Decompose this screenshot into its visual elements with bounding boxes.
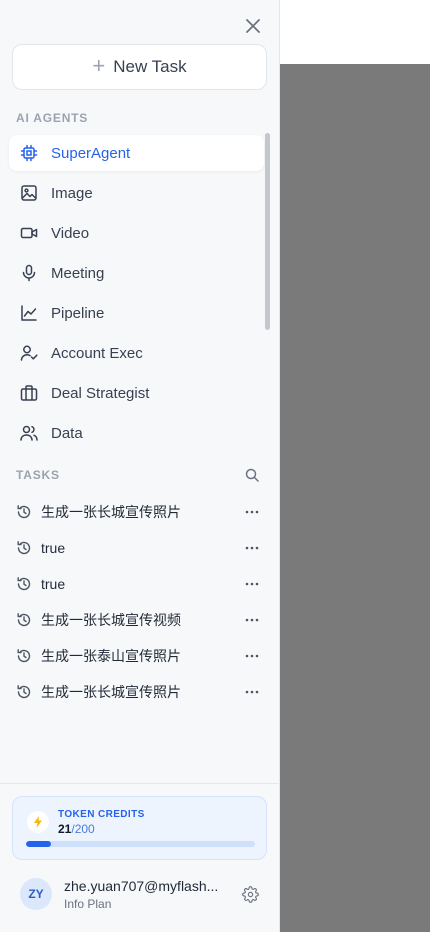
credits-used: 21: [58, 822, 72, 836]
line-chart-icon: [21, 305, 37, 321]
agent-label: Data: [51, 424, 83, 442]
agent-label: Pipeline: [51, 304, 105, 322]
token-credits-label: TOKEN CREDITS: [58, 809, 145, 820]
new-task-button[interactable]: + New Task: [12, 44, 267, 90]
task-label: 生成一张泰山宣传照片: [41, 648, 181, 664]
history-icon: [17, 505, 31, 519]
task-item[interactable]: 生成一张泰山宣传照片: [16, 642, 266, 670]
lightning-icon: [27, 811, 49, 833]
token-credits-count: 21/200: [58, 822, 95, 836]
agent-item-pipeline[interactable]: Pipeline: [9, 295, 264, 331]
new-task-label: New Task: [113, 57, 187, 76]
credits-progress-fill: [26, 841, 52, 847]
agent-item-superagent[interactable]: SuperAgent: [9, 135, 264, 171]
agent-item-image[interactable]: Image: [9, 175, 264, 211]
agent-item-account-exec[interactable]: Account Exec: [9, 335, 264, 371]
history-icon: [17, 613, 31, 627]
agent-label: Meeting: [51, 264, 105, 282]
task-label: 生成一张长城宣传照片: [41, 504, 181, 520]
task-item[interactable]: 生成一张长城宣传照片: [16, 678, 266, 706]
agent-item-data[interactable]: Data: [9, 415, 264, 451]
user-check-icon: [20, 345, 38, 361]
microphone-icon: [22, 264, 36, 282]
task-label: 生成一张长城宣传照片: [41, 684, 181, 700]
agent-label: SuperAgent: [51, 144, 131, 162]
more-icon[interactable]: [244, 684, 260, 700]
plus-icon: +: [92, 53, 106, 78]
history-icon: [17, 541, 31, 555]
task-item[interactable]: true: [16, 570, 266, 598]
task-item[interactable]: true: [16, 534, 266, 562]
history-icon: [17, 577, 31, 591]
task-item[interactable]: 生成一张长城宣传视频: [16, 606, 266, 634]
task-label: 生成一张长城宣传视频: [41, 612, 181, 628]
close-icon: [246, 19, 260, 33]
history-icon: [17, 685, 31, 699]
user-email: zhe.yuan707@myflash...: [64, 878, 219, 894]
task-label: true: [41, 576, 66, 592]
agent-item-deal-strategist[interactable]: Deal Strategist: [9, 375, 264, 411]
page-header-background: [280, 0, 430, 64]
close-button[interactable]: [241, 14, 265, 38]
users-icon: [20, 425, 38, 441]
tasks-section-title: TASKS: [16, 468, 60, 482]
credits-total: /200: [71, 822, 95, 836]
sidebar-divider: [0, 783, 279, 784]
more-icon[interactable]: [244, 540, 260, 556]
credits-progress-bar: [26, 841, 255, 847]
avatar: ZY: [20, 878, 52, 910]
more-icon[interactable]: [244, 612, 260, 628]
video-icon: [20, 227, 38, 239]
image-icon: [21, 185, 37, 201]
more-icon[interactable]: [244, 576, 260, 592]
agent-label: Deal Strategist: [51, 384, 150, 402]
user-plan: Info Plan: [64, 897, 112, 911]
chip-icon: [20, 144, 38, 162]
history-icon: [17, 649, 31, 663]
task-item[interactable]: 生成一张长城宣传照片: [16, 498, 266, 526]
modal-overlay[interactable]: [280, 64, 430, 932]
briefcase-icon: [20, 385, 38, 401]
user-profile[interactable]: ZY zhe.yuan707@myflash... Info Plan: [20, 878, 268, 912]
token-credits-card[interactable]: TOKEN CREDITS 21/200: [12, 796, 267, 860]
agents-section-title: AI AGENTS: [16, 111, 89, 125]
agent-label: Account Exec: [51, 344, 143, 362]
task-label: true: [41, 540, 66, 556]
search-icon[interactable]: [244, 467, 260, 483]
agents-scrollbar[interactable]: [265, 133, 270, 330]
agent-item-meeting[interactable]: Meeting: [9, 255, 264, 291]
agent-item-video[interactable]: Video: [9, 215, 264, 251]
more-icon[interactable]: [244, 648, 260, 664]
agent-label: Video: [51, 224, 90, 242]
more-icon[interactable]: [244, 504, 260, 520]
agent-label: Image: [51, 184, 93, 202]
gear-icon[interactable]: [242, 886, 259, 903]
sidebar: + New Task AI AGENTS SuperAgent Image Vi…: [0, 0, 280, 932]
